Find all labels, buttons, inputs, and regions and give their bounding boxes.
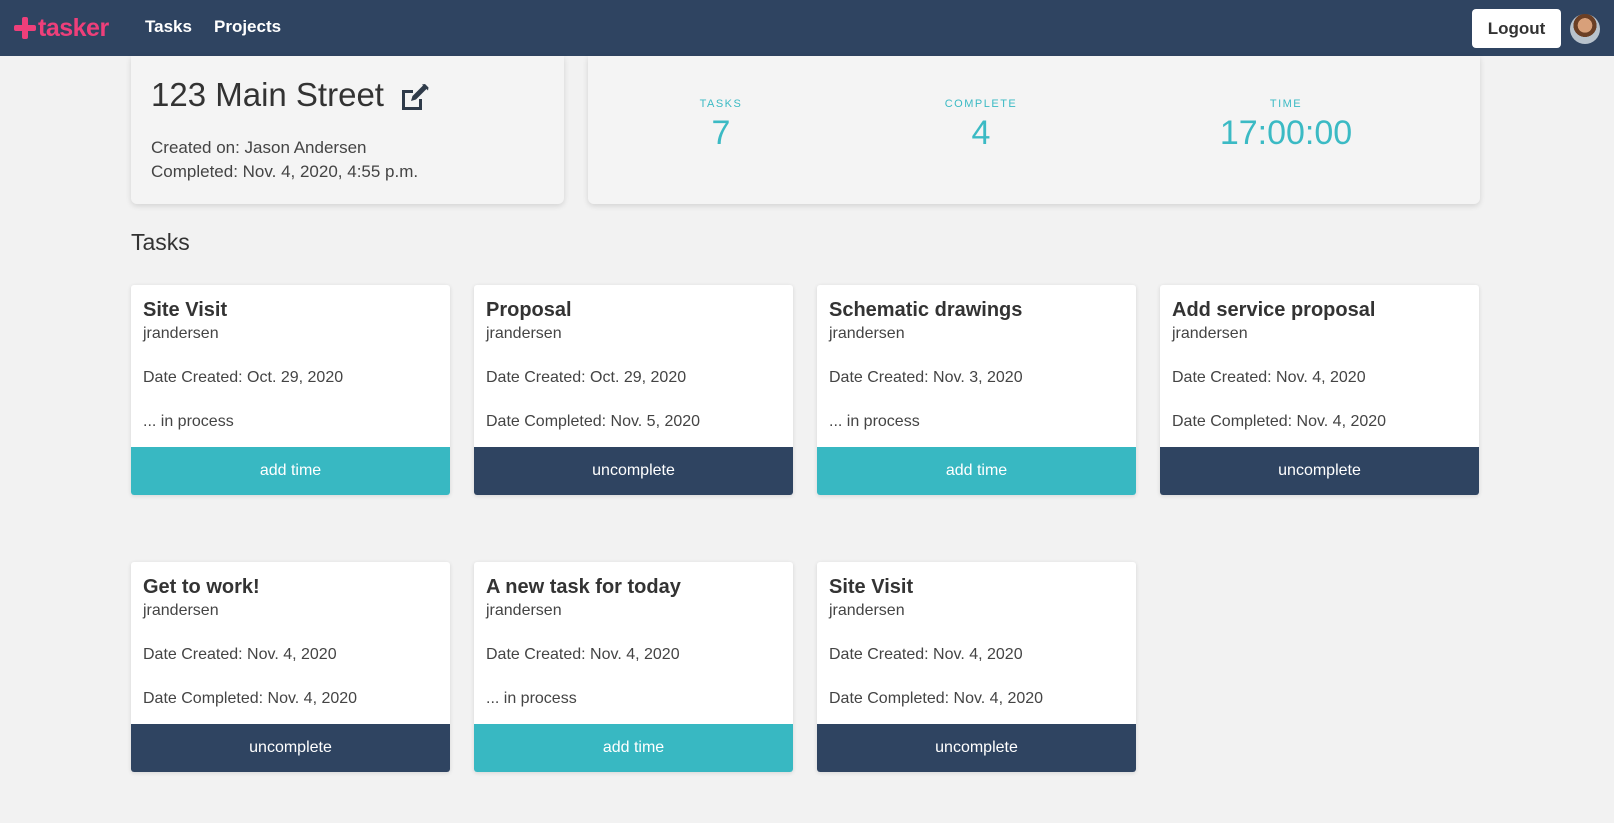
task-title: Get to work! [143, 576, 260, 598]
task-status: ... in process [486, 690, 577, 707]
task-user: jrandersen [829, 602, 905, 619]
project-meta: Created on: Jason Andersen Completed: No… [151, 136, 418, 184]
task-card: Schematic drawings jrandersen Date Creat… [817, 285, 1136, 495]
project-card: 123 Main Street Created on: Jason Anders… [131, 56, 564, 204]
task-card: A new task for today jrandersen Date Cre… [474, 562, 793, 772]
navbar: tasker Tasks Projects Logout [0, 0, 1614, 56]
stats-card: TASKS 7 COMPLETE 4 TIME 17:00:00 [588, 56, 1480, 204]
task-user: jrandersen [143, 325, 219, 342]
tasks-section-title: Tasks [131, 229, 190, 255]
project-completed: Completed: Nov. 4, 2020, 4:55 p.m. [151, 162, 419, 181]
edit-icon[interactable] [399, 84, 429, 112]
task-status: Date Completed: Nov. 4, 2020 [829, 690, 1044, 707]
nav-link-tasks[interactable]: Tasks [145, 17, 192, 37]
task-date-created: Date Created: Nov. 4, 2020 [829, 646, 1023, 663]
add-time-button[interactable]: add time [474, 724, 793, 772]
stat-complete: COMPLETE 4 [919, 98, 1043, 153]
stat-tasks-label: TASKS [699, 98, 743, 110]
uncomplete-button[interactable]: uncomplete [474, 447, 793, 495]
uncomplete-button[interactable]: uncomplete [131, 724, 450, 772]
task-date-created: Date Created: Oct. 29, 2020 [143, 369, 344, 386]
task-status: ... in process [143, 413, 234, 430]
task-user: jrandersen [486, 325, 562, 342]
task-card: Add service proposal jrandersen Date Cre… [1160, 285, 1479, 495]
task-user: jrandersen [829, 325, 905, 342]
uncomplete-button[interactable]: uncomplete [817, 724, 1136, 772]
task-card: Site Visit jrandersen Date Created: Nov.… [817, 562, 1136, 772]
project-title: 123 Main Street [151, 76, 384, 113]
add-time-button[interactable]: add time [131, 447, 450, 495]
task-title: A new task for today [486, 576, 681, 598]
task-date-created: Date Created: Nov. 3, 2020 [829, 369, 1023, 386]
nav-link-projects[interactable]: Projects [214, 17, 281, 37]
task-card: Get to work! jrandersen Date Created: No… [131, 562, 450, 772]
add-time-button[interactable]: add time [817, 447, 1136, 495]
stat-complete-value: 4 [971, 114, 991, 152]
task-title: Add service proposal [1172, 299, 1376, 321]
task-status: Date Completed: Nov. 5, 2020 [486, 413, 701, 430]
brand-name: tasker [38, 13, 109, 42]
task-date-created: Date Created: Nov. 4, 2020 [143, 646, 337, 663]
plus-icon [14, 17, 36, 39]
stat-tasks-value: 7 [711, 114, 731, 152]
stat-tasks: TASKS 7 [680, 98, 762, 153]
task-status: Date Completed: Nov. 4, 2020 [1172, 413, 1387, 430]
task-user: jrandersen [486, 602, 562, 619]
avatar[interactable] [1570, 14, 1600, 44]
stat-time: TIME 17:00:00 [1208, 98, 1364, 153]
task-card: Site Visit jrandersen Date Created: Oct.… [131, 285, 450, 495]
task-title: Proposal [486, 299, 572, 321]
task-title: Site Visit [829, 576, 914, 598]
task-date-created: Date Created: Nov. 4, 2020 [1172, 369, 1366, 386]
project-created-on: Created on: Jason Andersen [151, 138, 367, 157]
task-card: Proposal jrandersen Date Created: Oct. 2… [474, 285, 793, 495]
task-title: Schematic drawings [829, 299, 1023, 321]
logout-button[interactable]: Logout [1472, 9, 1561, 48]
task-status: ... in process [829, 413, 920, 430]
brand-logo[interactable]: tasker [14, 12, 109, 44]
task-date-created: Date Created: Oct. 29, 2020 [486, 369, 687, 386]
task-user: jrandersen [143, 602, 219, 619]
stat-time-value: 17:00:00 [1219, 114, 1353, 152]
task-status: Date Completed: Nov. 4, 2020 [143, 690, 358, 707]
stat-time-label: TIME [1269, 98, 1303, 110]
task-date-created: Date Created: Nov. 4, 2020 [486, 646, 680, 663]
task-title: Site Visit [143, 299, 228, 321]
task-user: jrandersen [1172, 325, 1248, 342]
stat-complete-label: COMPLETE [944, 98, 1018, 110]
uncomplete-button[interactable]: uncomplete [1160, 447, 1479, 495]
